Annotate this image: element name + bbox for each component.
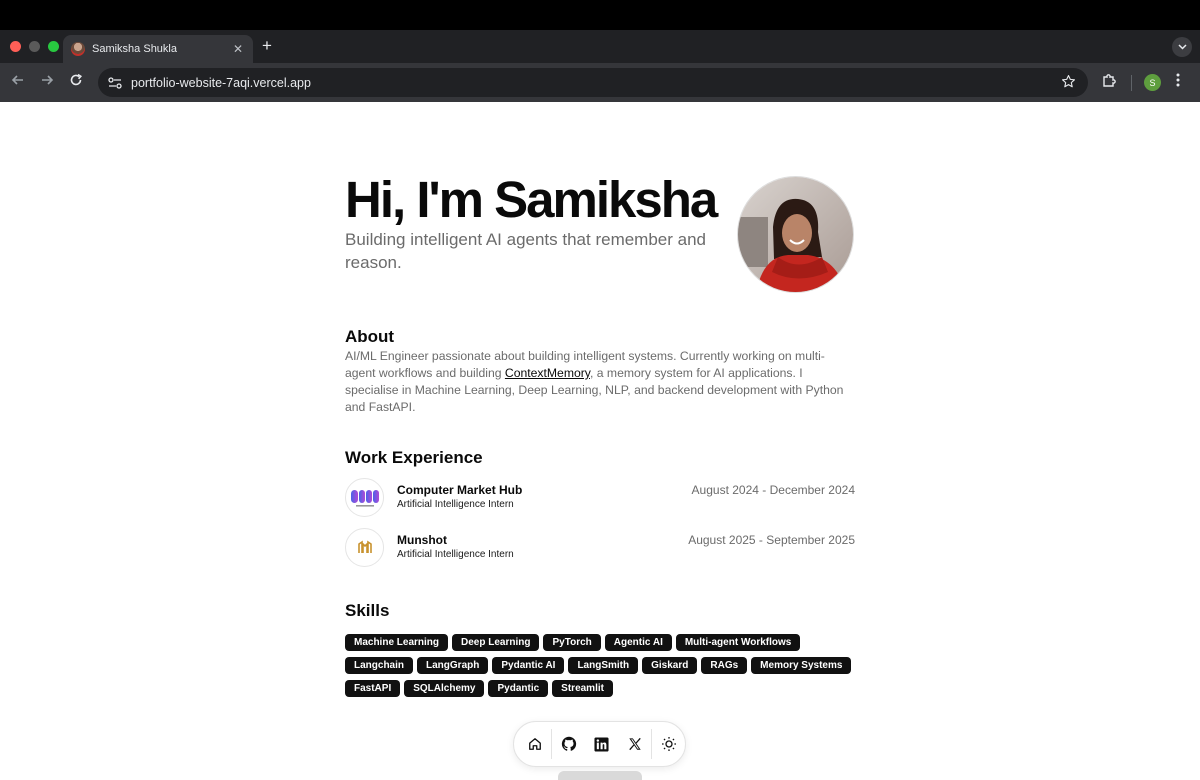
- favicon-icon: [71, 42, 85, 56]
- forward-arrow-icon[interactable]: [40, 73, 54, 91]
- skill-chip: FastAPI: [345, 680, 401, 697]
- work-experience-heading: Work Experience: [345, 448, 483, 467]
- hero-title: Hi, I'm Samiksha: [345, 171, 718, 228]
- sun-icon: [661, 737, 676, 751]
- skill-chip: Agentic AI: [604, 634, 672, 651]
- skill-chip: PyTorch: [543, 634, 601, 651]
- browser-tab[interactable]: Samiksha Shukla ✕: [63, 35, 253, 63]
- job-company: Computer Market Hub: [397, 483, 523, 497]
- skill-chip: Langchain: [345, 657, 414, 674]
- address-bar[interactable]: portfolio-website-7aqi.vercel.app: [98, 68, 1088, 97]
- back-arrow-icon[interactable]: [11, 73, 25, 91]
- github-button[interactable]: [552, 721, 585, 767]
- close-window-button[interactable]: [10, 41, 21, 52]
- job-item[interactable]: Computer Market Hub Artificial Intellige…: [345, 478, 855, 518]
- profile-photo: [737, 176, 854, 293]
- reload-icon[interactable]: [69, 73, 83, 91]
- tab-close-icon[interactable]: ✕: [231, 42, 245, 56]
- screen-top-bar: [0, 0, 1200, 30]
- skill-chip: Giskard: [642, 657, 698, 674]
- skill-chip: Machine Learning: [345, 634, 449, 651]
- job-company: Munshot: [397, 533, 447, 547]
- job-item[interactable]: Munshot Artificial Intelligence Intern A…: [345, 528, 855, 568]
- extensions-puzzle-icon[interactable]: [1101, 73, 1117, 94]
- browser-toolbar: portfolio-website-7aqi.vercel.app S: [0, 63, 1200, 102]
- skill-chip: Deep Learning: [452, 634, 540, 651]
- job-end-date: December 2024: [769, 483, 855, 497]
- computer-market-hub-logo: [345, 478, 384, 517]
- dock-shadow: [558, 771, 642, 780]
- job-role: Artificial Intelligence Intern: [397, 549, 514, 560]
- about-text: AI/ML Engineer passionate about building…: [345, 348, 855, 416]
- window-controls: [10, 41, 59, 52]
- new-tab-button[interactable]: +: [262, 36, 272, 56]
- tab-title: Samiksha Shukla: [92, 43, 177, 55]
- job-dates: August 2025 - September 2025: [688, 533, 855, 547]
- tab-search-chevron-icon[interactable]: [1172, 37, 1192, 57]
- home-button[interactable]: [518, 721, 551, 767]
- url-text: portfolio-website-7aqi.vercel.app: [131, 75, 311, 90]
- maximize-window-button[interactable]: [48, 41, 59, 52]
- about-heading: About: [345, 327, 395, 346]
- kebab-menu-icon[interactable]: [1176, 72, 1180, 91]
- x-twitter-button[interactable]: [618, 721, 651, 767]
- minimize-window-button[interactable]: [29, 41, 40, 52]
- job-role: Artificial Intelligence Intern: [397, 499, 514, 510]
- skill-chip: RAGs: [701, 657, 748, 674]
- skills-list: Machine Learning Deep Learning PyTorch A…: [345, 634, 855, 697]
- toolbar-divider: [1131, 75, 1132, 91]
- skill-chip: Streamlit: [552, 680, 613, 697]
- skill-chip: LangSmith: [568, 657, 639, 674]
- page-viewport: Hi, I'm Samiksha Building intelligent AI…: [0, 102, 1200, 780]
- skill-chip: LangGraph: [417, 657, 489, 674]
- skill-chip: Memory Systems: [751, 657, 852, 674]
- linkedin-button[interactable]: [585, 721, 618, 767]
- job-dates: August 2024 - December 2024: [691, 483, 855, 497]
- home-icon: [528, 738, 541, 750]
- skill-chip: Pydantic AI: [492, 657, 565, 674]
- skill-chip: Multi-agent Workflows: [675, 634, 801, 651]
- site-settings-icon[interactable]: [108, 76, 122, 89]
- theme-toggle-button[interactable]: [652, 721, 685, 767]
- skill-chip: Pydantic: [488, 680, 549, 697]
- skills-heading: Skills: [345, 601, 390, 620]
- munshot-logo: [345, 528, 384, 567]
- bookmark-star-icon[interactable]: [1061, 74, 1076, 92]
- linkedin-icon: [594, 736, 609, 752]
- floating-dock: [513, 721, 686, 767]
- browser-tab-strip: Samiksha Shukla ✕ +: [0, 30, 1200, 63]
- job-start-date: August 2024: [691, 483, 759, 497]
- profile-avatar[interactable]: S: [1144, 74, 1161, 91]
- skill-chip: SQLAlchemy: [404, 680, 485, 697]
- x-icon: [628, 737, 641, 751]
- job-start-date: August 2025: [688, 533, 756, 547]
- hero-subtitle: Building intelligent AI agents that reme…: [345, 230, 707, 272]
- github-icon: [561, 736, 576, 751]
- contextmemory-link[interactable]: ContextMemory: [505, 366, 590, 380]
- job-end-date: September 2025: [766, 533, 855, 547]
